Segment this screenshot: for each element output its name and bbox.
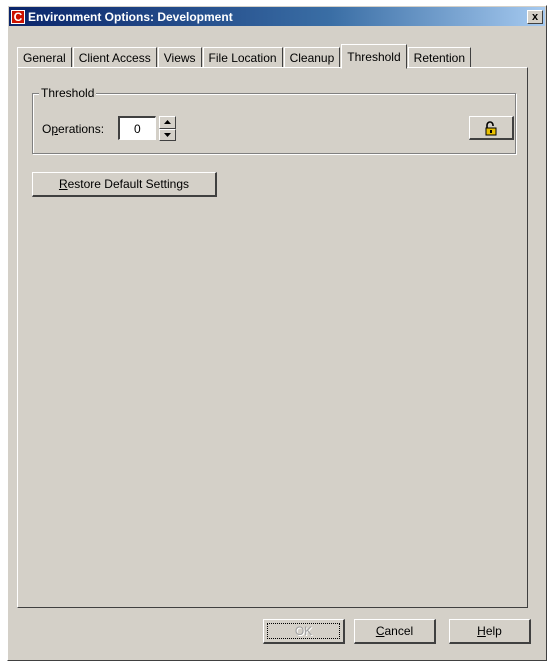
tab-threshold[interactable]: Threshold: [341, 44, 407, 69]
tab-views[interactable]: Views: [157, 47, 202, 68]
app-icon: C: [11, 9, 25, 24]
window-title: Environment Options: Development: [28, 9, 233, 24]
title-bar[interactable]: C Environment Options: Development x: [9, 7, 545, 26]
threshold-group-legend: Threshold: [39, 86, 97, 100]
spin-up-button[interactable]: [159, 116, 176, 129]
tab-retention[interactable]: Retention: [407, 47, 472, 68]
threshold-tab-panel: Threshold Operations: 0 Restore Default …: [17, 67, 528, 608]
arrow-up-icon: [164, 120, 171, 125]
cancel-button[interactable]: Cancel: [354, 619, 436, 644]
threshold-groupbox: Threshold Operations: 0: [32, 86, 516, 154]
operations-input[interactable]: 0: [118, 116, 156, 140]
operations-label: Operations:: [42, 122, 105, 136]
spin-down-button[interactable]: [159, 128, 176, 141]
tab-file-location[interactable]: File Location: [202, 47, 283, 68]
lock-button[interactable]: [469, 116, 514, 140]
restore-default-settings-button[interactable]: Restore Default Settings: [32, 172, 217, 197]
arrow-down-icon: [164, 132, 171, 137]
operations-spinner: [159, 116, 176, 141]
tab-general[interactable]: General: [17, 47, 72, 68]
tab-strip: General Client Access Views File Locatio…: [17, 44, 472, 69]
tab-cleanup[interactable]: Cleanup: [283, 47, 341, 68]
unlocked-padlock-icon: [485, 120, 497, 135]
close-button[interactable]: x: [527, 9, 543, 24]
ok-button[interactable]: OK: [263, 619, 345, 644]
focus-rectangle: [267, 623, 340, 639]
help-button[interactable]: Help: [449, 619, 531, 644]
tab-client-access[interactable]: Client Access: [72, 47, 157, 68]
